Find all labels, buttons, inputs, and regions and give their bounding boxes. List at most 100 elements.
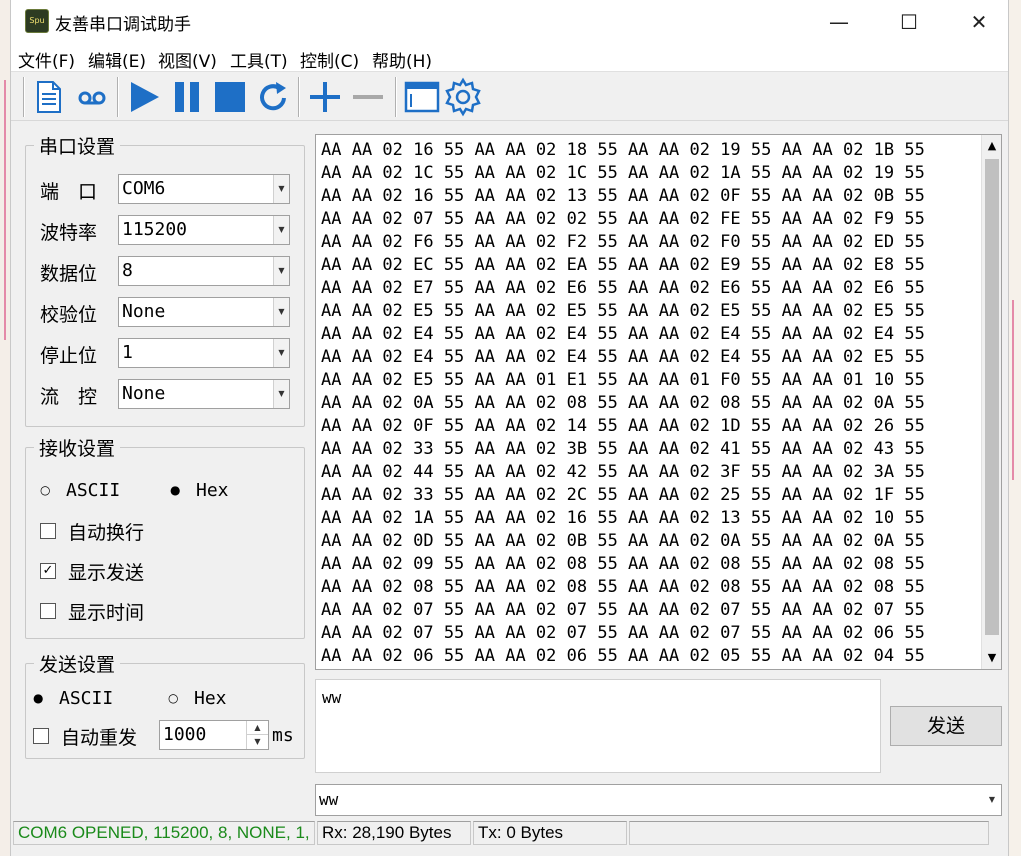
receive-line: AA AA 02 1C 55 AA AA 02 1C 55 AA AA 02 1… [321, 163, 925, 183]
app-window: Spu 友善串口调试助手 — ☐ ✕ 文件(F) 编辑(E) 视图(V) 工具(… [10, 0, 1009, 856]
settings-icon[interactable] [443, 77, 483, 117]
stopbits-label: 停止位 [40, 345, 98, 367]
receive-line: AA AA 02 0D 55 AA AA 02 0B 55 AA AA 02 0… [321, 531, 925, 551]
scrollbar-thumb[interactable] [985, 159, 999, 635]
remove-icon[interactable] [349, 77, 389, 117]
auto-wrap-checkbox[interactable] [40, 523, 56, 539]
new-file-icon[interactable] [29, 77, 69, 117]
receive-line: AA AA 02 EC 55 AA AA 02 EA 55 AA AA 02 E… [321, 255, 925, 275]
status-bar: COM6 OPENED, 115200, 8, NONE, 1, Rx: 28,… [11, 820, 1008, 846]
chevron-down-icon[interactable]: ▼ [273, 216, 289, 244]
send-ascii-label: ASCII [59, 688, 114, 709]
send-textarea[interactable]: ww [315, 679, 881, 773]
baud-select[interactable]: 115200 ▼ [118, 215, 290, 245]
parity-value: None [122, 301, 166, 322]
receive-line: AA AA 02 09 55 AA AA 02 08 55 AA AA 02 0… [321, 554, 925, 574]
add-icon[interactable] [306, 77, 346, 117]
status-spare [629, 821, 989, 845]
port-select[interactable]: COM6 ▼ [118, 174, 290, 204]
chevron-down-icon[interactable]: ▼ [983, 785, 1001, 815]
receive-line: AA AA 02 08 55 AA AA 02 08 55 AA AA 02 0… [321, 577, 925, 597]
close-button[interactable]: ✕ [944, 0, 1014, 44]
send-hex-label: Hex [194, 688, 227, 709]
refresh-icon[interactable] [253, 77, 293, 117]
flow-value: None [122, 383, 166, 404]
baud-value: 115200 [122, 219, 188, 240]
send-history-value: ww [319, 790, 339, 809]
menu-file[interactable]: 文件(F) [18, 47, 75, 72]
wallpaper-stroke [1012, 300, 1014, 480]
chevron-up-icon[interactable]: ▲ [246, 721, 268, 735]
stop-icon[interactable] [210, 77, 250, 117]
pause-icon[interactable] [168, 77, 208, 117]
menu-help[interactable]: 帮助(H) [372, 47, 432, 72]
stopbits-value: 1 [122, 342, 133, 363]
show-send-checkbox[interactable]: ✓ [40, 563, 56, 579]
chevron-down-icon[interactable]: ▼ [273, 380, 289, 408]
parity-select[interactable]: None ▼ [118, 297, 290, 327]
receive-line: AA AA 02 E4 55 AA AA 02 E4 55 AA AA 02 E… [321, 324, 925, 344]
show-time-checkbox[interactable] [40, 603, 56, 619]
receive-line: AA AA 02 33 55 AA AA 02 3B 55 AA AA 02 4… [321, 439, 925, 459]
send-history-select[interactable]: ww ▼ [315, 784, 1002, 816]
parity-label: 校验位 [40, 304, 98, 326]
recv-hex-radio[interactable]: ● [170, 484, 182, 496]
wallpaper-stroke [4, 80, 6, 340]
scroll-down-icon[interactable]: ▼ [982, 647, 1002, 669]
maximize-button[interactable]: ☐ [874, 0, 944, 44]
menu-control[interactable]: 控制(C) [300, 47, 359, 72]
toolbar-separator [23, 77, 25, 117]
window-title: 友善串口调试助手 [55, 15, 191, 35]
port-value: COM6 [122, 178, 166, 199]
receive-line: AA AA 02 E5 55 AA AA 02 E5 55 AA AA 02 E… [321, 301, 925, 321]
receive-line: AA AA 02 16 55 AA AA 02 18 55 AA AA 02 1… [321, 140, 925, 160]
receive-content: AA AA 02 16 55 AA AA 02 18 55 AA AA 02 1… [321, 139, 981, 667]
play-icon[interactable] [125, 77, 165, 117]
receive-line: AA AA 02 44 55 AA AA 02 42 55 AA AA 02 3… [321, 462, 925, 482]
chevron-down-icon[interactable]: ▼ [273, 257, 289, 285]
chevron-down-icon[interactable]: ▼ [273, 298, 289, 326]
resend-interval-stepper[interactable]: 1000 ▲ ▼ [159, 720, 269, 750]
databits-label: 数据位 [40, 263, 98, 285]
auto-resend-checkbox[interactable] [33, 728, 49, 744]
receive-settings-group: 接收设置 ○ ASCII ● Hex 自动换行 ✓ 显示发送 显示时间 [25, 434, 305, 639]
tx-count: Tx: 0 Bytes [473, 821, 627, 845]
app-logo-icon: Spu [25, 9, 49, 33]
receive-line: AA AA 02 0A 55 AA AA 02 08 55 AA AA 02 0… [321, 393, 925, 413]
send-hex-radio[interactable]: ○ [168, 692, 180, 704]
serial-settings-title: 串口设置 [34, 132, 121, 159]
auto-resend-label: 自动重发 [61, 727, 138, 749]
toolbar-separator [298, 77, 300, 117]
send-button[interactable]: 发送 [890, 706, 1002, 746]
record-icon[interactable] [72, 77, 112, 117]
stopbits-select[interactable]: 1 ▼ [118, 338, 290, 368]
port-label: 端 口 [40, 181, 98, 203]
menu-edit[interactable]: 编辑(E) [88, 47, 146, 72]
receive-textarea[interactable]: AA AA 02 16 55 AA AA 02 18 55 AA AA 02 1… [315, 134, 1002, 670]
baud-label: 波特率 [40, 222, 98, 244]
receive-line: AA AA 02 07 55 AA AA 02 07 55 AA AA 02 0… [321, 623, 925, 643]
recv-ascii-radio[interactable]: ○ [40, 484, 52, 496]
receive-line: AA AA 02 07 55 AA AA 02 02 55 AA AA 02 F… [321, 209, 925, 229]
send-settings-title: 发送设置 [34, 650, 121, 677]
menu-bar: 文件(F) 编辑(E) 视图(V) 工具(T) 控制(C) 帮助(H) [11, 44, 1008, 72]
chevron-down-icon[interactable]: ▼ [273, 339, 289, 367]
menu-tools[interactable]: 工具(T) [230, 47, 288, 72]
receive-line: AA AA 02 1A 55 AA AA 02 16 55 AA AA 02 1… [321, 508, 925, 528]
port-status: COM6 OPENED, 115200, 8, NONE, 1, [13, 821, 315, 845]
databits-value: 8 [122, 260, 133, 281]
receive-scrollbar[interactable]: ▲ ▼ [981, 135, 1001, 669]
show-send-label: 显示发送 [68, 562, 145, 584]
scroll-up-icon[interactable]: ▲ [982, 135, 1002, 157]
window-icon[interactable] [402, 77, 442, 117]
chevron-down-icon[interactable]: ▼ [273, 175, 289, 203]
databits-select[interactable]: 8 ▼ [118, 256, 290, 286]
menu-view[interactable]: 视图(V) [158, 47, 217, 72]
chevron-down-icon[interactable]: ▼ [246, 735, 268, 749]
flow-select[interactable]: None ▼ [118, 379, 290, 409]
send-text-value: ww [322, 688, 342, 707]
toolbar-separator [117, 77, 119, 117]
send-ascii-radio[interactable]: ● [33, 692, 45, 704]
minimize-button[interactable]: — [804, 0, 874, 44]
receive-line: AA AA 02 E4 55 AA AA 02 E4 55 AA AA 02 E… [321, 347, 925, 367]
